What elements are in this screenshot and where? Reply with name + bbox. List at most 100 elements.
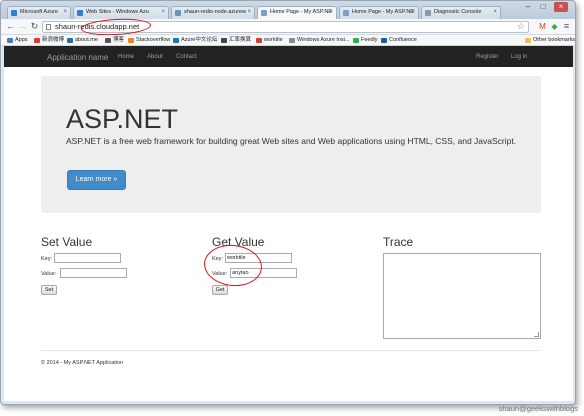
extension-icon[interactable]: ◆	[549, 21, 560, 32]
worktile-icon	[256, 38, 262, 43]
reload-icon[interactable]: ↻	[29, 21, 40, 32]
close-icon[interactable]: ×	[63, 7, 67, 18]
tab-diagnostic-console[interactable]: Diagnostic Console ×	[421, 6, 501, 19]
set-value-input[interactable]	[60, 268, 127, 278]
tab-label: Web Sites - Windows Azu	[86, 9, 149, 15]
bookmark-label: 汇率换算	[229, 37, 252, 43]
tab-home-page[interactable]: Home Page - My ASP.NE ×	[339, 6, 419, 19]
close-icon[interactable]: ×	[493, 7, 497, 18]
back-arrow-icon[interactable]: ←	[5, 21, 16, 32]
bookmark-weibo[interactable]: 新浪微博	[34, 36, 64, 45]
bookmark-apps[interactable]: Apps	[7, 36, 28, 45]
lead-text: ASP.NET is a free web framework for buil…	[66, 136, 517, 146]
page-favicon-icon	[425, 10, 431, 16]
resize-grip-icon[interactable]	[534, 332, 539, 337]
azure-icon	[173, 38, 179, 43]
bookmarks-bar: Apps 新浪微博 about.me 博客 Stackoverflow Azur…	[1, 35, 575, 46]
weibo-icon	[34, 38, 40, 43]
bookmark-label: worktile	[264, 37, 283, 43]
page-title: ASP.NET	[66, 104, 179, 134]
tab-redis-node[interactable]: shaun-redis-node.azurew ×	[171, 6, 255, 19]
confluence-icon	[381, 38, 387, 43]
azure-favicon-icon	[77, 10, 83, 16]
tab-label: Home Page - My ASP.NE	[270, 9, 332, 15]
about-me-icon	[67, 38, 73, 43]
bookmark-exchange-rate[interactable]: 汇率换算	[221, 36, 251, 45]
get-button[interactable]: Get	[212, 285, 228, 295]
window-close-icon[interactable]: ×	[554, 2, 568, 12]
stackoverflow-icon	[128, 38, 134, 43]
apps-icon	[7, 38, 13, 43]
forward-arrow-icon[interactable]: →	[17, 21, 28, 32]
footer-text: © 2014 - My ASP.NET Application	[41, 360, 124, 366]
bookmark-star-icon[interactable]: ☆	[517, 21, 525, 31]
set-key-input[interactable]	[54, 253, 121, 263]
bookmark-blog[interactable]: 博客	[105, 36, 124, 45]
watermark: shaun@geekswithblogs	[498, 404, 578, 413]
nav-register[interactable]: Register	[476, 54, 498, 60]
bookmark-label: Feedly	[361, 37, 378, 43]
page-favicon-icon	[175, 10, 181, 16]
footer-divider	[41, 350, 541, 351]
page-favicon-icon	[343, 10, 349, 16]
tab-microsoft-azure[interactable]: Microsoft Azure ×	[7, 6, 71, 19]
close-icon[interactable]: ×	[247, 7, 251, 18]
bookmark-confluence[interactable]: Confluence	[381, 36, 417, 45]
site-navbar: Application name Home About Contact Regi…	[4, 46, 573, 67]
bookmark-other[interactable]: Other bookmarks	[525, 36, 575, 45]
bookmark-label: Confluence	[389, 37, 417, 43]
bookmark-label: 博客	[113, 37, 125, 43]
folder-icon	[105, 38, 111, 43]
tab-label: Diagnostic Console	[434, 9, 482, 15]
bookmark-label: about.me	[75, 37, 98, 43]
bookmark-azure-insider[interactable]: Windows Azure Insi...	[289, 36, 350, 45]
bookmark-feedly[interactable]: Feedly	[353, 36, 378, 45]
browser-window: Microsoft Azure × Web Sites - Windows Az…	[0, 0, 576, 405]
set-value-label: Value:	[41, 271, 57, 277]
nav-contact[interactable]: Contact	[176, 54, 197, 60]
bookmark-azure-forum[interactable]: Azure中文论坛	[173, 36, 217, 45]
page-icon	[46, 24, 51, 30]
azure-favicon-icon	[11, 10, 17, 16]
gmail-icon[interactable]: M	[537, 21, 548, 32]
minimize-icon[interactable]: –	[521, 2, 535, 12]
set-button[interactable]: Set	[41, 285, 57, 295]
bookmark-label: Apps	[15, 37, 28, 43]
menu-icon[interactable]: ≡	[561, 21, 572, 32]
brand-link[interactable]: Application name	[47, 53, 108, 62]
tab-label: Microsoft Azure	[20, 9, 58, 15]
tab-home-page-active[interactable]: Home Page - My ASP.NE ×	[257, 6, 337, 19]
set-value-title: Set Value	[41, 235, 93, 249]
tab-strip: Microsoft Azure × Web Sites - Windows Az…	[1, 1, 575, 19]
tab-label: shaun-redis-node.azurew	[184, 9, 247, 15]
trace-textarea[interactable]	[383, 253, 541, 339]
trace-title: Trace	[383, 235, 414, 249]
bookmark-label: Other bookmarks	[533, 37, 576, 43]
close-icon[interactable]: ×	[329, 7, 333, 18]
nav-about[interactable]: About	[147, 54, 163, 60]
nav-login[interactable]: Log in	[511, 54, 527, 60]
bookmark-about-me[interactable]: about.me	[67, 36, 98, 45]
annotation-circle-get	[202, 242, 264, 289]
maximize-icon[interactable]: □	[536, 2, 550, 12]
nav-home[interactable]: Home	[118, 54, 134, 60]
page-icon	[289, 38, 295, 43]
close-icon[interactable]: ×	[411, 7, 415, 18]
close-icon[interactable]: ×	[161, 7, 165, 18]
page-favicon-icon	[261, 10, 267, 16]
bookmark-label: Windows Azure Insi...	[297, 37, 350, 43]
bookmark-worktile[interactable]: worktile	[256, 36, 283, 45]
bookmark-label: Azure中文论坛	[181, 37, 218, 43]
tab-label: Home Page - My ASP.NE	[352, 9, 414, 15]
bookmark-label: Stackoverflow	[136, 37, 171, 43]
tab-web-sites[interactable]: Web Sites - Windows Azu ×	[73, 6, 169, 19]
bookmark-stackoverflow[interactable]: Stackoverflow	[128, 36, 170, 45]
bookmark-label: 新浪微博	[42, 37, 65, 43]
folder-icon	[525, 38, 531, 43]
page-viewport: Application name Home About Contact Regi…	[4, 46, 573, 401]
feedly-icon	[353, 38, 359, 43]
exchange-icon	[221, 38, 227, 43]
set-key-label: Key:	[41, 256, 53, 262]
learn-more-button[interactable]: Learn more »	[67, 170, 126, 190]
jumbotron: ASP.NET ASP.NET is a free web framework …	[41, 76, 541, 213]
